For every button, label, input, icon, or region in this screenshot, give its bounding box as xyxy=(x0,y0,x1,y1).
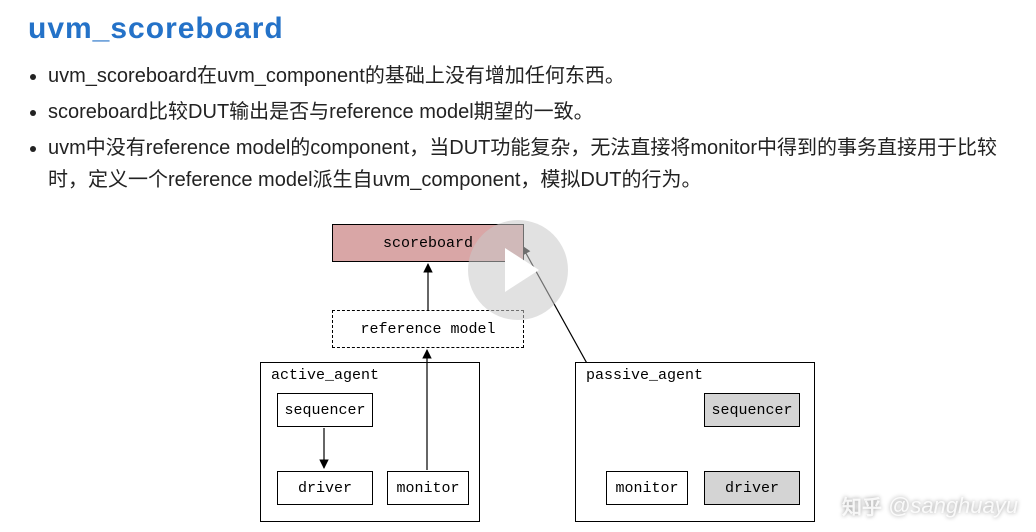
bullet-item: uvm中没有reference model的component，当DUT功能复杂… xyxy=(48,132,1006,196)
play-icon[interactable] xyxy=(468,220,568,320)
active-agent-box: active_agent sequencer driver monitor xyxy=(260,362,480,522)
zhihu-icon: 知乎 xyxy=(842,491,882,520)
passive-agent-box: passive_agent monitor sequencer driver xyxy=(575,362,815,522)
active-monitor-box: monitor xyxy=(387,471,469,505)
bullet-list: uvm_scoreboard在uvm_component的基础上没有增加任何东西… xyxy=(0,54,1036,196)
bullet-item: scoreboard比较DUT输出是否与reference model期望的一致… xyxy=(48,96,1006,128)
bullet-item: uvm_scoreboard在uvm_component的基础上没有增加任何东西… xyxy=(48,60,1006,92)
watermark-user: @sanghuayu xyxy=(888,493,1018,519)
passive-sequencer-box: sequencer xyxy=(704,393,800,427)
passive-monitor-box: monitor xyxy=(606,471,688,505)
passive-agent-label: passive_agent xyxy=(586,367,703,384)
slide-title: uvm_scoreboard xyxy=(0,0,1036,54)
watermark: 知乎 @sanghuayu xyxy=(842,491,1018,520)
active-sequencer-box: sequencer xyxy=(277,393,373,427)
active-driver-box: driver xyxy=(277,471,373,505)
active-agent-label: active_agent xyxy=(271,367,379,384)
passive-driver-box: driver xyxy=(704,471,800,505)
reference-model-box: reference model xyxy=(332,310,524,348)
